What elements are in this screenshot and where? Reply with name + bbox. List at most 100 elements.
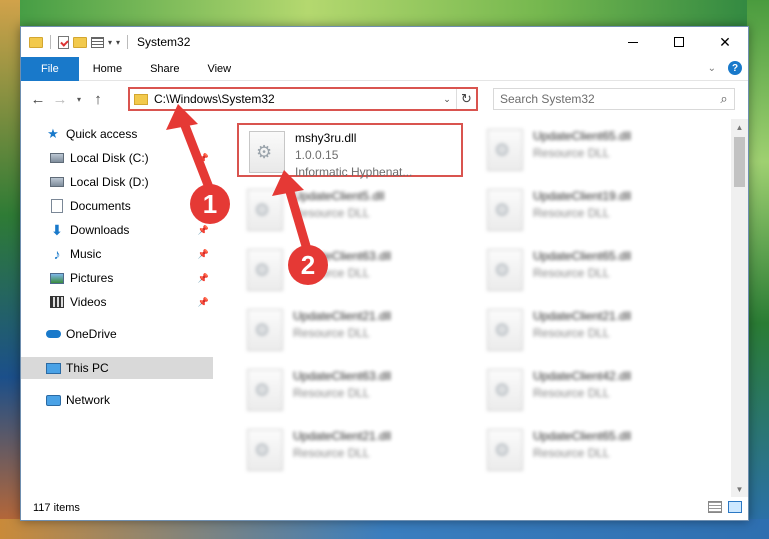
navigation-bar: ← → ▾ ↑ C:\Windows\System32 ⌄ ↻ ⌕: [21, 81, 748, 117]
dll-file-icon: [487, 309, 523, 351]
sidebar-item-label: Downloads: [70, 223, 130, 237]
sidebar-item-quick-access[interactable]: ★ Quick access: [21, 123, 213, 145]
file-name: UpdateClient65.dll: [533, 429, 632, 443]
folder-icon: [134, 93, 148, 105]
star-icon: ★: [47, 126, 59, 141]
tab-home[interactable]: Home: [79, 57, 136, 81]
file-name: UpdateClient21.dll: [293, 309, 392, 323]
file-item[interactable]: UpdateClient65.dll Resource DLL: [477, 243, 703, 297]
file-list: mshy3ru.dll 1.0.0.15 Informatic Hyphenat…: [227, 119, 727, 497]
dll-file-icon: [247, 189, 283, 231]
forward-button[interactable]: →: [49, 88, 71, 110]
search-icon[interactable]: ⌕: [714, 91, 734, 107]
file-item[interactable]: UpdateClient65.dll Resource DLL: [477, 123, 703, 177]
file-name: UpdateClient65.dll: [533, 129, 632, 143]
file-item[interactable]: UpdateClient63.dll Resource DLL: [237, 363, 463, 417]
file-item[interactable]: UpdateClient42.dll Resource DLL: [477, 363, 703, 417]
dll-file-icon: [247, 369, 283, 411]
sidebar-item-local-disk-c[interactable]: Local Disk (C:) 📌: [21, 147, 213, 169]
search-box[interactable]: ⌕: [493, 88, 735, 110]
help-icon[interactable]: ?: [728, 61, 742, 75]
file-name: UpdateClient63.dll: [293, 369, 392, 383]
dll-file-icon: [247, 249, 283, 291]
sidebar-item-label: Videos: [70, 295, 107, 309]
maximize-button[interactable]: [656, 27, 702, 57]
back-button[interactable]: ←: [27, 88, 49, 110]
step-badge-1: 1: [190, 184, 230, 224]
desktop-background-left: [0, 0, 20, 539]
file-item[interactable]: UpdateClient65.dll Resource DLL: [477, 423, 703, 477]
file-item[interactable]: UpdateClient21.dll Resource DLL: [477, 303, 703, 357]
pictures-icon: [49, 271, 65, 285]
dll-file-icon: [249, 131, 285, 173]
file-description: Resource DLL: [533, 146, 610, 160]
minimize-button[interactable]: [610, 27, 656, 57]
close-button[interactable]: ✕: [702, 27, 748, 57]
music-icon: ♪: [53, 246, 61, 262]
chevron-down-icon[interactable]: ▾: [108, 38, 112, 47]
cloud-icon: [45, 327, 61, 341]
window-controls: ✕: [610, 27, 748, 57]
tab-view[interactable]: View: [193, 57, 245, 81]
scroll-down-icon[interactable]: ▼: [731, 481, 748, 497]
ribbon-right-controls: ⌄ ?: [708, 61, 742, 75]
file-item[interactable]: UpdateClient21.dll Resource DLL: [237, 423, 463, 477]
file-name: mshy3ru.dll: [295, 131, 357, 145]
sidebar-item-this-pc[interactable]: This PC: [21, 357, 213, 379]
step-badge-2: 2: [288, 245, 328, 285]
file-item[interactable]: UpdateClient19.dll Resource DLL: [477, 183, 703, 237]
sidebar-item-pictures[interactable]: Pictures 📌: [21, 267, 213, 289]
sidebar-item-downloads[interactable]: ⬇ Downloads 📌: [21, 219, 213, 241]
address-path[interactable]: C:\Windows\System32: [154, 92, 438, 106]
new-folder-icon[interactable]: [73, 36, 87, 48]
scroll-up-icon[interactable]: ▲: [731, 119, 748, 135]
properties-icon[interactable]: [58, 35, 69, 49]
sidebar-item-onedrive[interactable]: OneDrive: [21, 323, 213, 345]
file-explorer-window: ▾ ▾ System32 ✕ File Home Share View ⌄ ? …: [20, 26, 749, 521]
file-item[interactable]: UpdateClient5.dll Resource DLL: [237, 183, 463, 237]
file-description: Resource DLL: [293, 326, 370, 340]
sidebar-item-network[interactable]: Network: [21, 389, 213, 411]
status-bar: 117 items: [21, 496, 748, 520]
minimize-icon: [628, 41, 638, 43]
file-name: UpdateClient21.dll: [293, 429, 392, 443]
dll-file-icon: [487, 129, 523, 171]
file-description: Resource DLL: [533, 206, 610, 220]
sidebar-item-label: Local Disk (D:): [70, 175, 149, 189]
chevron-down-icon[interactable]: ⌄: [438, 94, 456, 105]
item-count: 117 items: [33, 502, 80, 514]
expand-ribbon-icon[interactable]: ⌄: [708, 63, 716, 74]
dll-file-icon: [247, 429, 283, 471]
view-options-icon[interactable]: [91, 36, 104, 48]
disk-icon: [49, 151, 65, 165]
address-bar[interactable]: C:\Windows\System32 ⌄ ↻: [128, 87, 478, 111]
pin-icon: 📌: [197, 296, 209, 307]
file-name: UpdateClient42.dll: [533, 369, 632, 383]
search-input[interactable]: [500, 92, 714, 106]
vertical-scrollbar[interactable]: ▲ ▼: [731, 119, 748, 497]
file-item[interactable]: UpdateClient21.dll Resource DLL: [237, 303, 463, 357]
scrollbar-thumb[interactable]: [734, 137, 745, 187]
file-description: Resource DLL: [533, 446, 610, 460]
toolbar-divider: [127, 35, 129, 49]
tab-share[interactable]: Share: [136, 57, 193, 81]
download-icon: ⬇: [51, 221, 63, 238]
sidebar-item-documents[interactable]: Documents: [21, 195, 213, 217]
recent-locations-button[interactable]: ▾: [71, 88, 87, 110]
file-item-highlighted[interactable]: mshy3ru.dll 1.0.0.15 Informatic Hyphenat…: [237, 123, 463, 179]
refresh-button[interactable]: ↻: [456, 89, 476, 109]
videos-icon: [49, 295, 65, 309]
window-title: System32: [137, 35, 191, 49]
details-view-icon[interactable]: [708, 501, 722, 513]
file-item[interactable]: UpdateClient63.dll Resource DLL: [237, 243, 463, 297]
desktop-background-top: [0, 0, 769, 26]
up-button[interactable]: ↑: [87, 88, 109, 110]
sidebar-item-videos[interactable]: Videos 📌: [21, 291, 213, 313]
tab-file[interactable]: File: [21, 56, 79, 81]
sidebar-item-music[interactable]: ♪ Music 📌: [21, 243, 213, 265]
pin-icon: 📌: [197, 152, 209, 163]
tiles-view-icon[interactable]: [728, 501, 742, 513]
sidebar-item-local-disk-d[interactable]: Local Disk (D:): [21, 171, 213, 193]
disk-icon: [49, 175, 65, 189]
customize-toolbar-icon[interactable]: ▾: [116, 38, 120, 47]
